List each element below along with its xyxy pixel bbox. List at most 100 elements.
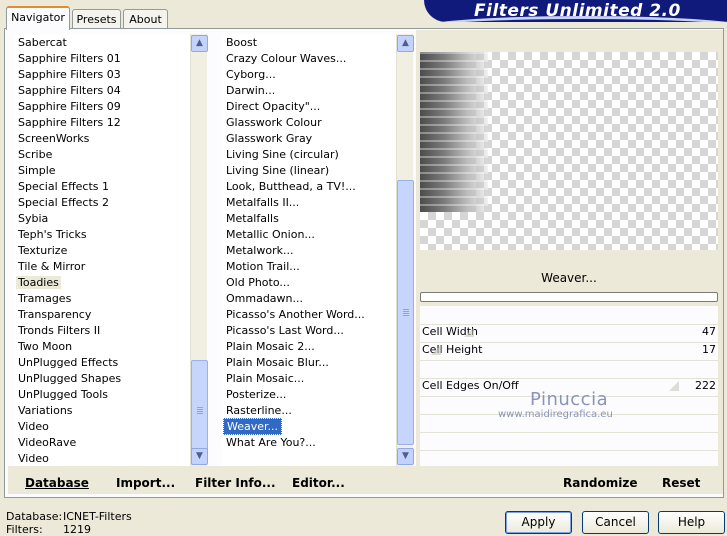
reset-button[interactable]: Reset [662, 474, 700, 492]
status-database-value: ICNET-Filters [63, 510, 132, 523]
param-slider-marker[interactable] [464, 327, 474, 337]
category-item[interactable]: Video [14, 451, 190, 466]
filter-item[interactable]: Metalfalls II... [222, 195, 396, 211]
param-slider-marker[interactable] [669, 381, 679, 391]
filter-item[interactable]: Living Sine (linear) [222, 163, 396, 179]
watermark-site: www.maidiregrafica.eu [498, 409, 613, 420]
category-item[interactable]: Special Effects 2 [14, 195, 190, 211]
cancel-button[interactable]: Cancel [582, 511, 649, 534]
filter-info-button[interactable]: Filter Info... [195, 474, 276, 492]
category-item[interactable]: Video [14, 419, 190, 435]
tab-presets[interactable]: Presets [72, 9, 121, 30]
scroll-up-icon[interactable]: ▲ [397, 35, 414, 52]
category-item[interactable]: UnPlugged Effects [14, 355, 190, 371]
editor-button[interactable]: Editor... [292, 474, 345, 492]
category-item-label: Tronds Filters II [18, 324, 101, 337]
category-item[interactable]: Tile & Mirror [14, 259, 190, 275]
category-item-label: Video [18, 420, 49, 433]
category-item[interactable]: Simple [14, 163, 190, 179]
category-item[interactable]: Transparency [14, 307, 190, 323]
scroll-up-icon[interactable]: ▲ [191, 35, 208, 52]
filter-item[interactable]: Picasso's Last Word... [222, 323, 396, 339]
category-item[interactable]: Variations [14, 403, 190, 419]
filter-item-label: Plain Mosaic 2... [226, 340, 315, 353]
filter-item[interactable]: Cyborg... [222, 67, 396, 83]
import-button[interactable]: Import... [116, 474, 175, 492]
category-item[interactable]: Sapphire Filters 09 [14, 99, 190, 115]
category-item[interactable]: Two Moon [14, 339, 190, 355]
filter-item[interactable]: Glasswork Gray [222, 131, 396, 147]
filter-item[interactable]: Living Sine (circular) [222, 147, 396, 163]
apply-button[interactable]: Apply [505, 511, 572, 534]
scroll-down-icon[interactable]: ▼ [397, 448, 414, 465]
scroll-thumb[interactable] [397, 180, 414, 445]
filter-item[interactable]: Plain Mosaic... [222, 371, 396, 387]
category-item-label: Sapphire Filters 01 [18, 52, 121, 65]
param-value: 222 [695, 379, 716, 392]
filter-list[interactable]: Boost Crazy Colour Waves... Cyborg... Darwi… [222, 34, 396, 466]
scroll-down-icon[interactable]: ▼ [191, 448, 208, 465]
filter-item[interactable]: Plain Mosaic 2... [222, 339, 396, 355]
category-item[interactable]: UnPlugged Tools [14, 387, 190, 403]
filter-item[interactable]: Weaver... [222, 418, 396, 435]
filter-item[interactable]: Picasso's Another Word... [222, 307, 396, 323]
help-button[interactable]: Help [658, 511, 725, 534]
param-slider-marker[interactable] [431, 345, 441, 355]
category-item[interactable]: VideoRave [14, 435, 190, 451]
category-item[interactable]: Sybia [14, 211, 190, 227]
filter-item[interactable]: Boost [222, 35, 396, 51]
filter-item[interactable]: Darwin... [222, 83, 396, 99]
database-button[interactable]: Database [25, 474, 89, 492]
category-item[interactable]: UnPlugged Shapes [14, 371, 190, 387]
progress-bar [420, 292, 718, 302]
filter-scrollbar[interactable]: ▲ ▼ [396, 34, 414, 466]
category-item-label: Scribe [18, 148, 53, 161]
filter-item[interactable]: Rasterline... [222, 403, 396, 419]
filter-item-label: Metalwork... [226, 244, 294, 257]
category-item[interactable]: Sapphire Filters 04 [14, 83, 190, 99]
randomize-button[interactable]: Randomize [563, 474, 637, 492]
tab-navigator[interactable]: Navigator [6, 6, 70, 30]
scroll-thumb[interactable] [191, 360, 208, 460]
category-item-label: Tile & Mirror [18, 260, 86, 273]
filter-item[interactable]: Ommadawn... [222, 291, 396, 307]
filter-item[interactable]: Metalfalls [222, 211, 396, 227]
filter-item[interactable]: Glasswork Colour [222, 115, 396, 131]
category-item[interactable]: ScreenWorks [14, 131, 190, 147]
category-item[interactable]: Special Effects 1 [14, 179, 190, 195]
tab-about[interactable]: About [123, 9, 168, 30]
category-item-label: VideoRave [18, 436, 77, 449]
category-item[interactable]: Sapphire Filters 03 [14, 67, 190, 83]
category-item[interactable]: Sabercat [14, 35, 190, 51]
category-item[interactable]: Toadies [14, 275, 190, 291]
filter-item[interactable]: What Are You?... [222, 435, 396, 451]
category-item[interactable]: Teph's Tricks [14, 227, 190, 243]
category-item[interactable]: Tronds Filters II [14, 323, 190, 339]
category-item[interactable]: Tramages [14, 291, 190, 307]
filter-item[interactable]: Posterize... [222, 387, 396, 403]
filter-item[interactable]: Direct Opacity"... [222, 99, 396, 115]
param-cell-height[interactable]: Cell Height 17 [420, 341, 718, 359]
category-item-label: ScreenWorks [18, 132, 90, 145]
category-item-label: Special Effects 1 [18, 180, 110, 193]
filter-item-label: Plain Mosaic Blur... [226, 356, 329, 369]
title-banner: Filters Unlimited 2.0 [424, 0, 727, 22]
category-item[interactable]: Scribe [14, 147, 190, 163]
filter-item[interactable]: Motion Trail... [222, 259, 396, 275]
filter-item[interactable]: Crazy Colour Waves... [222, 51, 396, 67]
filter-item[interactable]: Old Photo... [222, 275, 396, 291]
banner-title: Filters Unlimited 2.0 [474, 1, 681, 21]
category-item[interactable]: Texturize [14, 243, 190, 259]
category-list[interactable]: Sabercat Sapphire Filters 01 Sapphire Filt… [14, 34, 190, 466]
filter-item[interactable]: Look, Butthead, a TV!... [222, 179, 396, 195]
tab-navigator-label: Navigator [11, 11, 65, 24]
filter-item[interactable]: Metallic Onion... [222, 227, 396, 243]
category-item[interactable]: Sapphire Filters 12 [14, 115, 190, 131]
category-item-label: Teph's Tricks [18, 228, 87, 241]
tab-presets-label: Presets [76, 13, 117, 26]
filter-item[interactable]: Plain Mosaic Blur... [222, 355, 396, 371]
category-scrollbar[interactable]: ▲ ▼ [190, 34, 208, 466]
category-item[interactable]: Sapphire Filters 01 [14, 51, 190, 67]
filter-item[interactable]: Metalwork... [222, 243, 396, 259]
filter-item-label: Metallic Onion... [226, 228, 315, 241]
